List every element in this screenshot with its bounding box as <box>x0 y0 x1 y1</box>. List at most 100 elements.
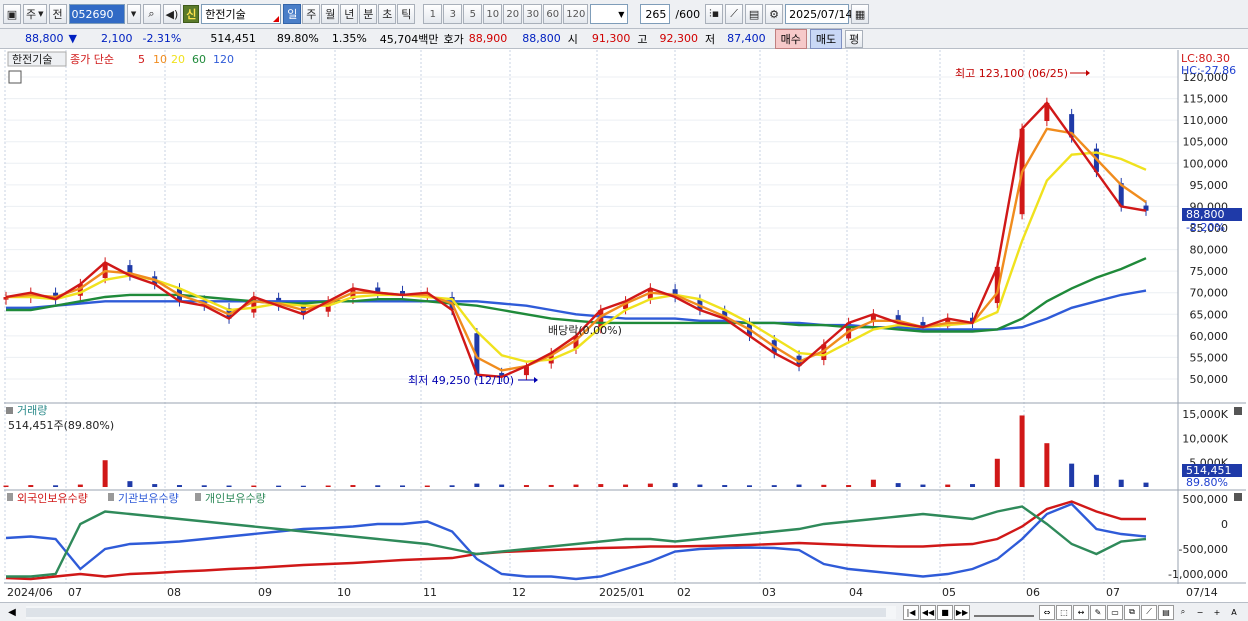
date-input[interactable]: 2025/07/14 <box>785 4 852 24</box>
volume-bar <box>1019 415 1025 487</box>
table-toggle-icon[interactable] <box>8 70 22 84</box>
volume-bar <box>1044 443 1050 487</box>
scroll-left-icon[interactable]: ◀ <box>4 605 20 620</box>
candle-settings-icon[interactable]: ⫶▪ <box>705 4 724 24</box>
stock-code-input[interactable]: 052690 <box>68 4 125 24</box>
volume-bar <box>1143 482 1149 487</box>
zoom-out-icon[interactable]: − <box>1192 605 1208 620</box>
interval-tab[interactable]: 5 <box>463 4 483 24</box>
legend-stock-name: 한전기술 <box>12 53 52 66</box>
interval-tab[interactable]: 10 <box>483 4 503 24</box>
volume-bar <box>672 483 678 487</box>
scroll-track <box>26 607 886 617</box>
volume-bar <box>375 485 381 487</box>
date-current-tick: 07/14 <box>1186 586 1218 599</box>
volume-bar <box>722 485 728 487</box>
interval-tab[interactable]: 1 <box>423 4 443 24</box>
horizontal-scrollbar[interactable] <box>26 605 896 619</box>
period-tab[interactable]: 분 <box>359 4 378 24</box>
sell-button[interactable]: 매도 <box>809 28 843 49</box>
interval-tabs: 1 3 5 10 20 30 60 120 <box>423 4 589 24</box>
status-bar: ◀ |◀ ◀◀ ■ ▶▶ ⇔ ⬚ ↔ ✎ ▭ ⧉ ⟋ ▤ ⌕ − + A <box>0 602 1248 621</box>
period-tab[interactable]: 주 <box>302 4 321 24</box>
volume-bar <box>474 483 480 487</box>
volume-bar <box>424 485 430 487</box>
interval-tab[interactable]: 20 <box>503 4 523 24</box>
volume-bar <box>350 485 356 487</box>
holdings-close-icon[interactable] <box>1234 493 1242 501</box>
zoom-slider[interactable] <box>974 607 1034 617</box>
legend-handle-icon[interactable] <box>108 493 114 501</box>
period-tab[interactable]: 초 <box>378 4 397 24</box>
volume-axis: 15,000K10,000K5,000K <box>1182 408 1228 470</box>
sound-icon[interactable]: ◀) <box>162 4 182 24</box>
volume-bar <box>746 485 752 487</box>
draw-tool-icon[interactable]: ⟋ <box>725 4 744 24</box>
period-tabs: 일주월년분초틱 <box>283 4 416 24</box>
interval-tab[interactable]: 30 <box>523 4 543 24</box>
interval-tab[interactable]: 60 <box>543 4 563 24</box>
ma-legend-item: 20 <box>171 53 185 66</box>
volume-close-icon[interactable] <box>1234 407 1242 415</box>
price-tick: 110,000 <box>1183 114 1229 127</box>
stock-chart[interactable]: 120,000115,000110,000105,000100,00095,00… <box>0 50 1248 602</box>
toolbar: ▣ 주 ▼ 전 052690 ▼ ⌕ ◀) 신 한전기술 일주월년분초틱 1351… <box>0 0 1248 29</box>
next-page-icon[interactable]: ▶▶ <box>954 604 970 620</box>
tool-icon-6[interactable]: ⧉ <box>1124 604 1140 620</box>
open-label: 시 <box>567 32 578 46</box>
tool-icon-7[interactable]: ⟋ <box>1141 604 1157 620</box>
stock-name-field[interactable]: 한전기술 <box>201 4 282 24</box>
volume-panel-handle-icon[interactable] <box>6 407 13 414</box>
code-dropdown-icon[interactable]: ▼ <box>126 4 141 24</box>
max-price-annotation: 최고 123,100 (06/25) <box>955 67 1068 80</box>
low-price: 87,400 <box>727 32 766 45</box>
search-icon[interactable]: ⌕ <box>142 4 161 24</box>
buy-button[interactable]: 매수 <box>774 28 807 49</box>
tool-icon-4[interactable]: ✎ <box>1090 604 1106 620</box>
flat-button[interactable]: 평 <box>845 29 864 48</box>
corner-triangle-icon <box>273 16 280 22</box>
volume-bar <box>870 479 876 487</box>
current-price: 88,800 <box>25 32 64 45</box>
legend-handle-icon[interactable] <box>7 493 13 501</box>
tool-icon-5[interactable]: ▭ <box>1107 604 1123 620</box>
volume-bar <box>276 485 282 487</box>
interval-tab[interactable]: 120 <box>563 4 589 24</box>
type-select[interactable]: 주 ▼ <box>23 4 47 24</box>
price-tick: 95,000 <box>1190 179 1229 192</box>
prev-page-icon[interactable]: ◀◀ <box>920 604 936 620</box>
tool-icon-1[interactable]: ⇔ <box>1039 604 1055 620</box>
date-tick: 09 <box>258 586 272 599</box>
tool-icon-8[interactable]: ▤ <box>1158 604 1174 620</box>
price-tick: 55,000 <box>1190 351 1229 364</box>
first-page-icon[interactable]: |◀ <box>903 604 919 620</box>
tool-icon-3[interactable]: ↔ <box>1073 604 1089 620</box>
layout-icon[interactable]: ▣ <box>3 4 21 24</box>
period-tab[interactable]: 일 <box>283 4 302 24</box>
prev-button[interactable]: 전 <box>48 4 67 24</box>
price-tick: 115,000 <box>1183 93 1229 106</box>
trade-amount: 45,704백만 <box>379 32 439 46</box>
period-tab[interactable]: 년 <box>340 4 359 24</box>
zoom-search-icon[interactable]: ⌕ <box>1175 605 1191 620</box>
volume-bar <box>647 483 653 487</box>
period-tab[interactable]: 틱 <box>397 4 416 24</box>
tool-icon-2[interactable]: ⬚ <box>1056 604 1072 620</box>
interval-dropdown[interactable]: ▼ <box>590 4 629 24</box>
legend-handle-icon[interactable] <box>195 493 201 501</box>
gear-icon[interactable]: ⚙ <box>765 4 784 24</box>
interval-tab[interactable]: 3 <box>443 4 463 24</box>
volume-bar <box>1069 463 1075 487</box>
period-tab[interactable]: 월 <box>321 4 340 24</box>
save-icon[interactable]: ▤ <box>745 4 764 24</box>
font-size-icon[interactable]: A <box>1226 605 1242 620</box>
stop-icon[interactable]: ■ <box>937 604 953 620</box>
ma-legend-item: 5 <box>138 53 145 66</box>
zoom-in-icon[interactable]: + <box>1209 605 1225 620</box>
count-input[interactable]: 265 <box>640 4 671 24</box>
calendar-icon[interactable]: ▦ <box>851 4 870 24</box>
price-tick: 60,000 <box>1190 330 1229 343</box>
volume-bar <box>127 481 133 487</box>
ask-price: 88,800 <box>522 32 561 45</box>
holdings-tick: 0 <box>1221 518 1228 531</box>
